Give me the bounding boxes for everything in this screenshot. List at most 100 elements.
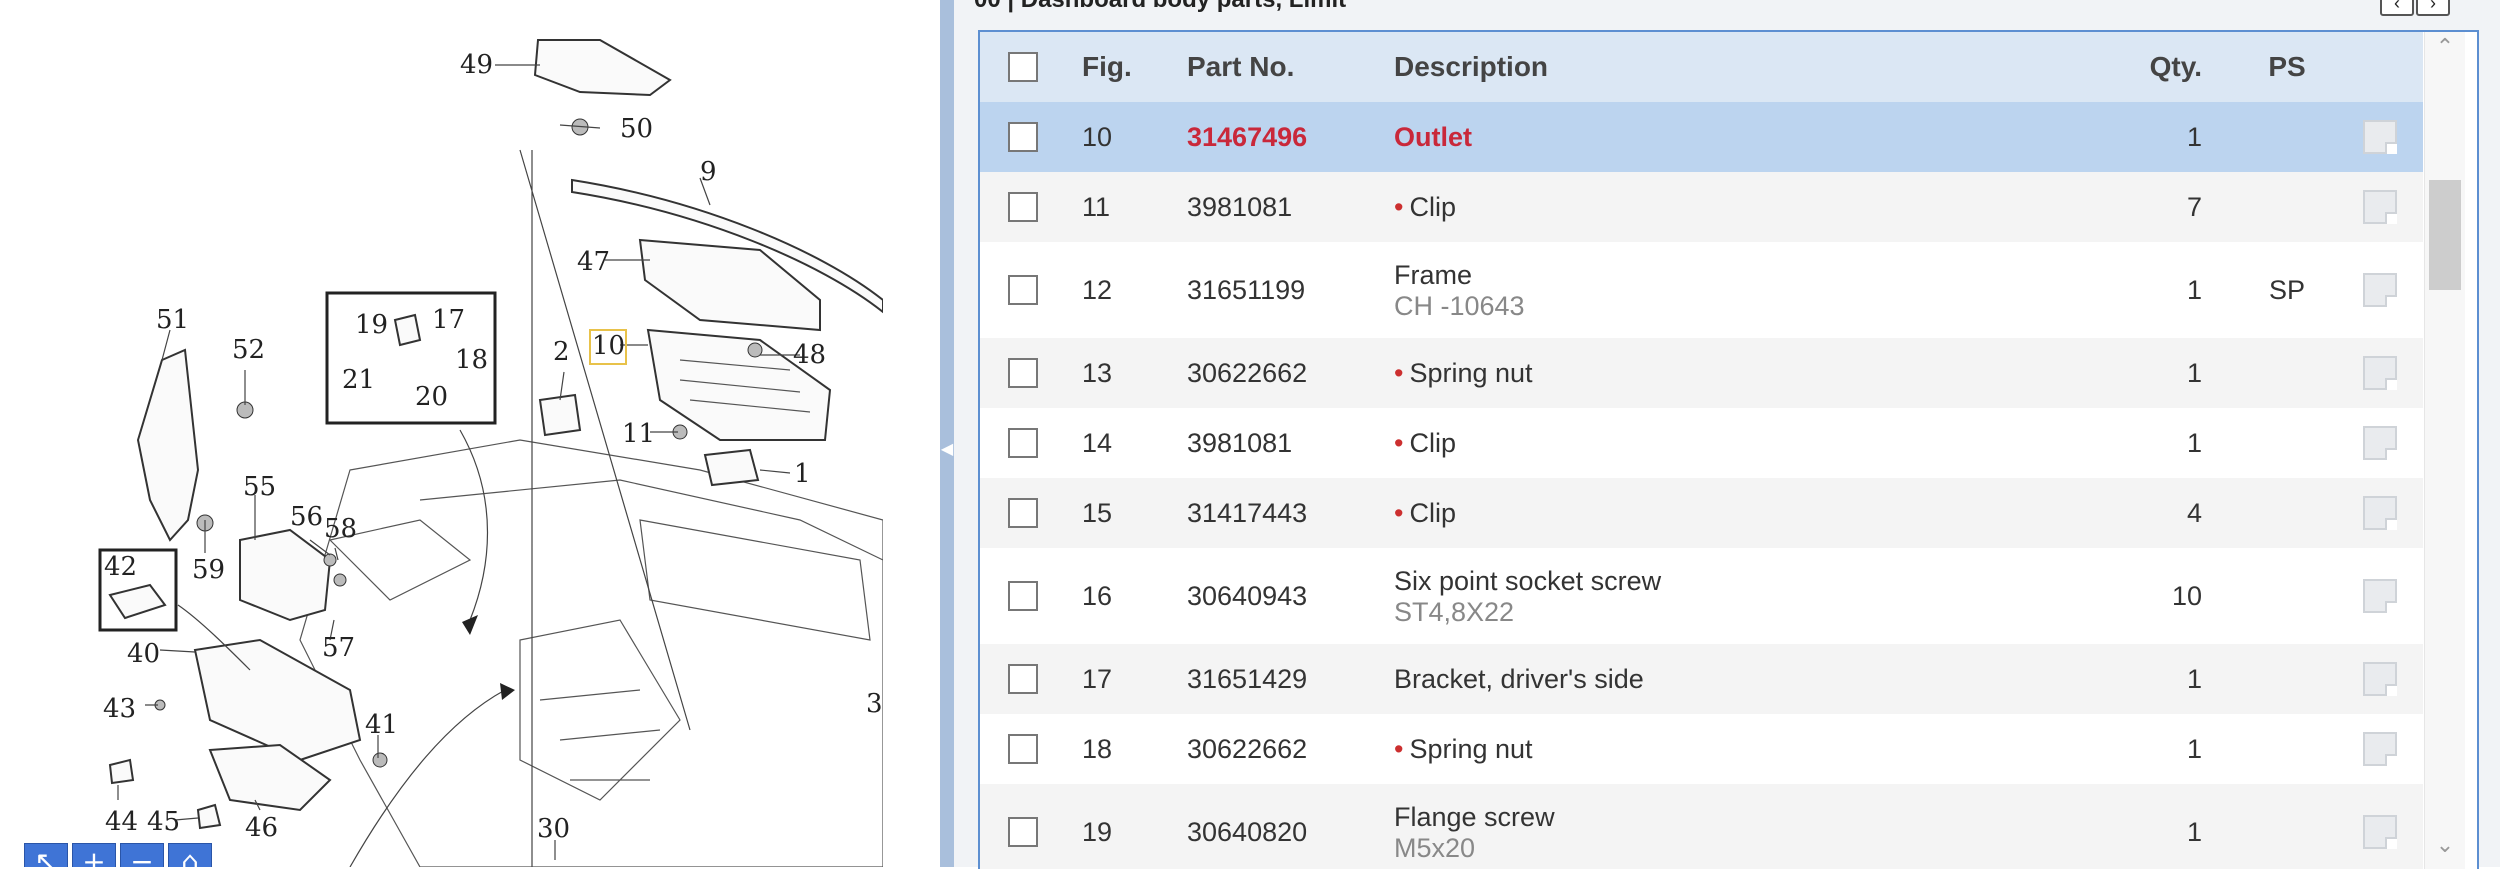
row-ps (2237, 644, 2337, 714)
row-checkbox[interactable] (1008, 275, 1038, 305)
row-qty: 1 (2186, 121, 2202, 152)
table-row[interactable]: 19 30640820 Flange screw M5x20 1 (980, 784, 2423, 869)
bullet-mark: • (1394, 734, 1404, 764)
header-description[interactable]: Description (1394, 32, 2094, 102)
row-checkbox[interactable] (1008, 581, 1038, 611)
note-icon[interactable] (2363, 426, 2397, 460)
exploded-parts-diagram[interactable]: 49 50 9 47 10 48 2 11 1 51 52 19 17 18 2… (0, 0, 883, 867)
scrollbar-thumb[interactable] (2429, 180, 2461, 290)
bullet-mark: • (1394, 498, 1404, 528)
header-qty[interactable]: Qty. (2090, 32, 2202, 102)
header-fig[interactable]: Fig. (1082, 32, 1172, 102)
note-icon[interactable] (2363, 662, 2397, 696)
note-icon[interactable] (2363, 579, 2397, 613)
row-checkbox[interactable] (1008, 192, 1038, 222)
row-qty: 10 (2171, 580, 2202, 611)
svg-text:55: 55 (243, 472, 276, 502)
row-fig: 14 (1082, 427, 1113, 458)
row-part-no[interactable]: 31417443 (1187, 478, 1377, 548)
note-icon[interactable] (2363, 356, 2397, 390)
note-icon[interactable] (2363, 732, 2397, 766)
row-fig: 16 (1082, 580, 1113, 611)
zoom-out-icon[interactable]: − (120, 843, 164, 867)
note-icon[interactable] (2363, 190, 2397, 224)
row-checkbox[interactable] (1008, 664, 1038, 694)
table-row[interactable]: 12 31651199 Frame CH -10643 1 SP (980, 242, 2423, 339)
note-icon[interactable] (2363, 815, 2397, 849)
row-part-no[interactable]: 30640943 (1187, 548, 1377, 644)
nav-buttons: ‹ › (2380, 0, 2450, 16)
svg-text:18: 18 (455, 345, 488, 375)
table-row[interactable]: 18 30622662 • Spring nut 1 (980, 714, 2423, 785)
row-checkbox[interactable] (1008, 358, 1038, 388)
row-description: Bracket, driver's side (1394, 664, 1644, 694)
row-qty: 7 (2186, 191, 2202, 222)
row-part-no[interactable]: 3981081 (1187, 172, 1377, 242)
table-row[interactable]: 11 3981081 • Clip 7 (980, 172, 2423, 243)
table-row[interactable]: 14 3981081 • Clip 1 (980, 408, 2423, 479)
row-description-detail: CH -10643 (1394, 291, 1525, 321)
svg-text:21: 21 (342, 365, 375, 395)
row-qty: 1 (2186, 663, 2202, 694)
row-checkbox[interactable] (1008, 498, 1038, 528)
row-ps (2237, 408, 2337, 478)
header-ps[interactable]: PS (2237, 32, 2337, 102)
row-fig: 11 (1082, 191, 1111, 222)
table-scrollbar[interactable]: ⌃ ⌄ (2424, 32, 2465, 869)
row-part-no[interactable]: 31651429 (1187, 644, 1377, 714)
row-description: Spring nut (1409, 734, 1533, 764)
svg-text:46: 46 (245, 813, 278, 843)
row-checkbox[interactable] (1008, 817, 1038, 847)
row-description: Frame (1394, 260, 1473, 290)
row-description-detail: ST4,8X22 (1394, 597, 1515, 627)
note-icon[interactable] (2363, 496, 2397, 530)
table-row[interactable]: 15 31417443 • Clip 4 (980, 478, 2423, 549)
row-part-no[interactable]: 30622662 (1187, 714, 1377, 784)
header-part-no[interactable]: Part No. (1187, 32, 1377, 102)
note-icon[interactable] (2363, 120, 2397, 154)
svg-text:20: 20 (415, 382, 448, 412)
row-checkbox[interactable] (1008, 122, 1038, 152)
row-part-no[interactable]: 31651199 (1187, 242, 1377, 338)
row-qty: 1 (2186, 357, 2202, 388)
row-ps (2237, 102, 2337, 172)
diagram-drawing: 49 50 9 47 10 48 2 11 1 51 52 19 17 18 2… (98, 39, 883, 867)
svg-text:59: 59 (192, 555, 225, 585)
chevron-down-icon[interactable]: ⌄ (2425, 832, 2465, 862)
zoom-in-icon[interactable]: + (72, 843, 116, 867)
row-ps (2237, 548, 2337, 644)
svg-text:19: 19 (355, 310, 388, 340)
next-button[interactable]: › (2416, 0, 2450, 16)
row-part-no[interactable]: 31467496 (1187, 102, 1377, 172)
collapse-arrow-icon[interactable]: ◀ (940, 430, 954, 470)
home-icon[interactable]: ⌂ (168, 843, 212, 867)
table-row[interactable]: 13 30622662 • Spring nut 1 (980, 338, 2423, 409)
svg-text:42: 42 (104, 552, 137, 582)
row-checkbox[interactable] (1008, 734, 1038, 764)
row-part-no[interactable]: 30622662 (1187, 338, 1377, 408)
row-qty: 1 (2186, 427, 2202, 458)
svg-text:40: 40 (127, 639, 160, 669)
svg-text:11: 11 (622, 419, 655, 449)
svg-text:52: 52 (232, 335, 265, 365)
row-fig: 19 (1082, 816, 1113, 847)
table-row[interactable]: 10 31467496 Outlet 1 (980, 102, 2423, 173)
row-part-no[interactable]: 30640820 (1187, 784, 1377, 869)
parts-list-panel: 00 | Dashboard body parts, Limit ‹ › Fig… (954, 0, 2500, 869)
chevron-up-icon[interactable]: ⌃ (2425, 34, 2465, 64)
note-icon[interactable] (2363, 273, 2397, 307)
table-row[interactable]: 16 30640943 Six point socket screw ST4,8… (980, 548, 2423, 645)
row-checkbox[interactable] (1008, 428, 1038, 458)
svg-text:56: 56 (290, 502, 323, 532)
svg-text:49: 49 (460, 50, 493, 80)
prev-button[interactable]: ‹ (2380, 0, 2414, 16)
row-description: Clip (1409, 428, 1456, 458)
select-icon[interactable]: ↖ (24, 843, 68, 867)
select-all-checkbox[interactable] (1008, 52, 1038, 82)
row-description: Outlet (1394, 122, 1472, 152)
row-description: Clip (1409, 192, 1456, 222)
svg-text:10: 10 (592, 331, 625, 361)
table-row[interactable]: 17 31651429 Bracket, driver's side 1 (980, 644, 2423, 715)
pane-splitter[interactable]: ◀ (940, 0, 954, 867)
row-part-no[interactable]: 3981081 (1187, 408, 1377, 478)
